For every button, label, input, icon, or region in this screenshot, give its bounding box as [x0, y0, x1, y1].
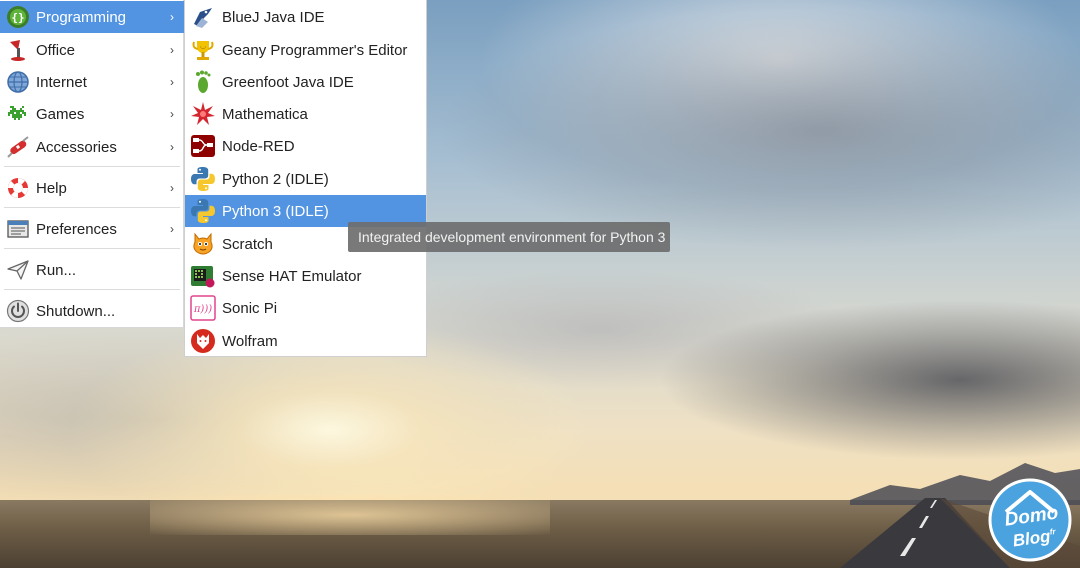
- lifebuoy-icon: [4, 174, 32, 202]
- menu-item-run[interactable]: Run...: [0, 254, 184, 286]
- tooltip: Integrated development environment for P…: [348, 222, 670, 252]
- menu-item-games[interactable]: Games ›: [0, 98, 184, 130]
- mathematica-star-icon: [189, 100, 217, 128]
- space-invader-icon: [4, 100, 32, 128]
- wallpaper-road: [840, 498, 1080, 568]
- menu-item-label: Games: [36, 105, 85, 123]
- python-icon: [189, 197, 217, 225]
- scratch-cat-icon: [189, 230, 217, 258]
- menu-item-label: Shutdown...: [36, 302, 116, 320]
- submenu-item-geany[interactable]: ◡ Geany Programmer's Editor: [185, 34, 426, 66]
- menu-item-label: Office: [36, 41, 75, 59]
- menu-item-label: Accessories: [36, 138, 117, 156]
- submenu-item-label: Python 2 (IDLE): [222, 170, 329, 188]
- submenu-item-greenfoot[interactable]: Greenfoot Java IDE: [185, 66, 426, 98]
- menu-item-shutdown[interactable]: Shutdown...: [0, 295, 184, 327]
- office-icon: [4, 36, 32, 64]
- menu-item-label: Programming: [36, 8, 127, 26]
- paper-plane-icon: [4, 256, 32, 284]
- menu-item-label: Run...: [36, 261, 77, 279]
- menu-item-office[interactable]: Office ›: [0, 34, 184, 66]
- menu-item-label: Help: [36, 179, 67, 197]
- bluej-bird-icon: [189, 3, 217, 31]
- menu-separator: [4, 166, 180, 167]
- menu-item-internet[interactable]: Internet ›: [0, 66, 184, 98]
- menu-separator: [4, 207, 180, 208]
- watermark-suffix: fr: [1049, 526, 1057, 537]
- submenu-item-sense-hat[interactable]: Sense HAT Emulator: [185, 260, 426, 292]
- menu-item-preferences[interactable]: Preferences ›: [0, 213, 184, 245]
- programming-submenu: BlueJ Java IDE ◡ Geany Programmer's Edit…: [184, 0, 427, 357]
- sonic-pi-icon: π))): [189, 294, 217, 322]
- submenu-arrow-icon: ›: [170, 10, 174, 24]
- menu-item-help[interactable]: Help ›: [0, 172, 184, 204]
- swiss-knife-icon: [4, 133, 32, 161]
- submenu-item-label: BlueJ Java IDE: [222, 8, 325, 26]
- node-red-icon: [189, 132, 217, 160]
- menu-separator: [4, 248, 180, 249]
- submenu-arrow-icon: ›: [170, 181, 174, 195]
- submenu-item-label: Mathematica: [222, 105, 308, 123]
- submenu-arrow-icon: ›: [170, 43, 174, 57]
- submenu-arrow-icon: ›: [170, 107, 174, 121]
- submenu-item-label: Sonic Pi: [222, 299, 278, 317]
- python-icon: [189, 165, 217, 193]
- submenu-item-bluej[interactable]: BlueJ Java IDE: [185, 1, 426, 33]
- submenu-arrow-icon: ›: [170, 140, 174, 154]
- submenu-item-label: Wolfram: [222, 332, 278, 350]
- submenu-item-mathematica[interactable]: Mathematica: [185, 98, 426, 130]
- submenu-item-label: Greenfoot Java IDE: [222, 73, 354, 91]
- submenu-arrow-icon: ›: [170, 222, 174, 236]
- submenu-arrow-icon: ›: [170, 75, 174, 89]
- submenu-item-wolfram[interactable]: Wolfram: [185, 325, 426, 357]
- svg-text:π))): π))): [193, 304, 212, 315]
- menu-item-label: Internet: [36, 73, 87, 91]
- submenu-item-label: Sense HAT Emulator: [222, 267, 362, 285]
- programming-icon: {}: [4, 3, 32, 31]
- submenu-item-sonic-pi[interactable]: π))) Sonic Pi: [185, 292, 426, 324]
- tooltip-text: Integrated development environment for P…: [358, 229, 666, 245]
- preferences-icon: [4, 215, 32, 243]
- submenu-item-label: Python 3 (IDLE): [222, 202, 329, 220]
- power-icon: [4, 297, 32, 325]
- submenu-item-label: Node-RED: [222, 137, 295, 155]
- menu-item-accessories[interactable]: Accessories ›: [0, 131, 184, 163]
- application-menu: {} Programming › Office › Internet › Gam…: [0, 0, 184, 328]
- menu-item-label: Preferences: [36, 220, 117, 238]
- greenfoot-footprint-icon: [189, 68, 217, 96]
- submenu-item-node-red[interactable]: Node-RED: [185, 130, 426, 162]
- geany-trophy-icon: ◡: [189, 36, 217, 64]
- svg-text:◡: ◡: [200, 42, 206, 50]
- submenu-item-python2[interactable]: Python 2 (IDLE): [185, 163, 426, 195]
- submenu-item-label: Geany Programmer's Editor: [222, 41, 408, 59]
- menu-separator: [4, 289, 180, 290]
- menu-item-programming[interactable]: {} Programming ›: [0, 1, 184, 33]
- globe-icon: [4, 68, 32, 96]
- wolfram-icon: [189, 327, 217, 355]
- svg-text:{}: {}: [11, 11, 24, 24]
- submenu-item-label: Scratch: [222, 235, 273, 253]
- sense-hat-icon: [189, 262, 217, 290]
